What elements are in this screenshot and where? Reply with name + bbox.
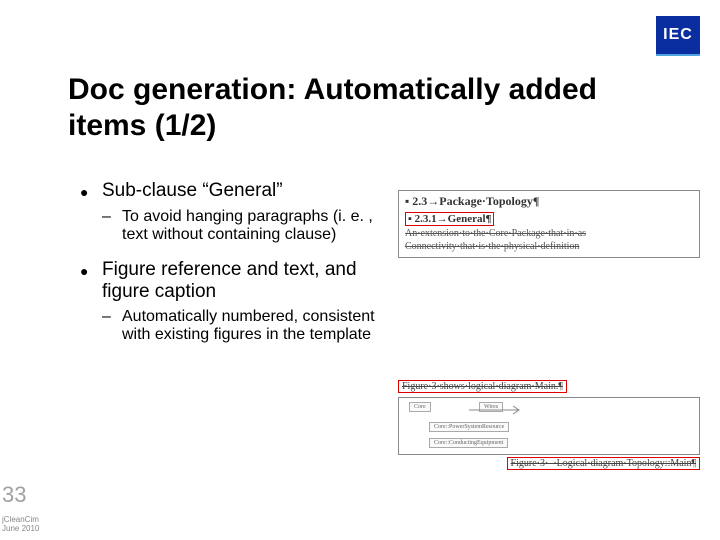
doc-snippet-general: ▪ 2.3→Package·Topology¶ ▪ 2.3.1→General¶…	[398, 190, 700, 258]
dash-marker-icon: –	[102, 308, 122, 345]
diagram-preview: Core Wires Core::PowerSystemResource Cor…	[398, 397, 700, 455]
bullet-text: Figure reference and text, and figure ca…	[102, 259, 380, 304]
bullet-text: Sub-clause “General”	[102, 180, 283, 204]
sub-bullet-text: Automatically numbered, consistent with …	[122, 308, 380, 345]
footer-line: jCleanCim	[2, 515, 39, 524]
sub-bullet-item: – Automatically numbered, consistent wit…	[102, 308, 380, 345]
diagram-block: Core	[409, 402, 431, 412]
diagram-block: Core::PowerSystemResource	[429, 422, 509, 432]
dash-marker-icon: –	[102, 208, 122, 245]
bullet-item: ● Sub-clause “General”	[80, 180, 380, 204]
page-number: 33	[2, 482, 26, 508]
footer-line: June 2010	[2, 524, 39, 533]
bullet-marker-icon: ●	[80, 180, 102, 204]
slide-title: Doc generation: Automatically added item…	[68, 72, 648, 144]
sub-bullet-item: – To avoid hanging paragraphs (i. e. , t…	[102, 208, 380, 245]
snippet-sub-heading-highlighted: ▪ 2.3.1→General¶	[405, 212, 494, 226]
figure-reference-highlighted: Figure·3·shows·logical·diagram·Main.¶	[398, 380, 567, 393]
snippet-paragraph: An·extension·to·the·Core·Package·that·in…	[405, 228, 693, 254]
doc-snippet-figure: Figure·3·shows·logical·diagram·Main.¶ Co…	[398, 380, 700, 470]
bullet-item: ● Figure reference and text, and figure …	[80, 259, 380, 304]
footer-credits: jCleanCim June 2010	[2, 516, 39, 534]
snippet-heading: ▪ 2.3→Package·Topology¶	[405, 194, 693, 209]
sub-bullet-text: To avoid hanging paragraphs (i. e. , tex…	[122, 208, 380, 245]
iec-logo: IEC	[656, 16, 700, 56]
figure-caption-highlighted: Figure·3·–·Logical·diagram·Topology::Mai…	[507, 457, 700, 470]
content-area: ● Sub-clause “General” – To avoid hangin…	[80, 180, 380, 358]
diagram-block: Core::ConductingEquipment	[429, 438, 508, 448]
bullet-marker-icon: ●	[80, 259, 102, 304]
arrow-icon	[469, 404, 529, 416]
